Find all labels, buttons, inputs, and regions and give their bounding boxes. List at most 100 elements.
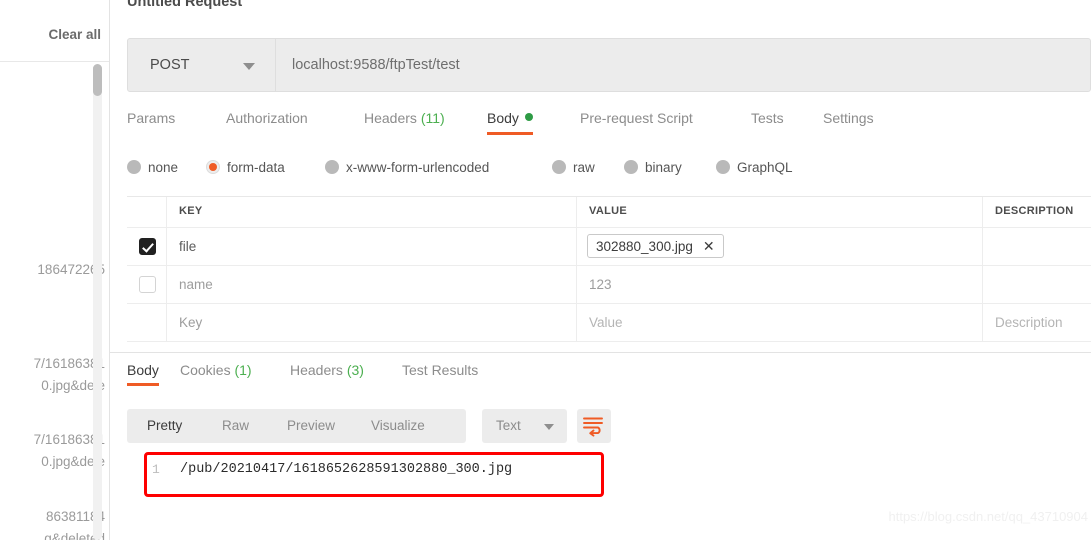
row-enabled-checkbox[interactable] — [139, 238, 156, 255]
tab-count: (11) — [420, 110, 445, 126]
header-cell-description: DESCRIPTION — [983, 197, 1091, 227]
body-type-binary[interactable]: binary — [624, 160, 682, 175]
row-value-text: Value — [589, 315, 623, 330]
response-tab-cookies[interactable]: Cookies (1) — [180, 362, 252, 386]
tab-label: Cookies — [180, 362, 231, 378]
history-sidebar: Clear all 186472265 7/16186381 0.jpg&dele 7… — [0, 0, 110, 540]
body-type-raw[interactable]: raw — [552, 160, 595, 175]
row-check-cell — [127, 304, 167, 341]
tab-label: Body — [487, 110, 519, 126]
table-row[interactable]: Key Value Description — [127, 304, 1091, 342]
table-row[interactable]: file 302880_300.jpg ✕ — [127, 228, 1091, 266]
url-bar: POST — [127, 38, 1091, 92]
http-method-select[interactable]: POST — [128, 39, 276, 91]
row-key-text: file — [179, 239, 197, 254]
body-present-dot-icon — [524, 113, 533, 121]
request-url-input[interactable] — [276, 39, 1090, 91]
column-header-key: KEY — [179, 205, 203, 217]
response-tab-headers[interactable]: Headers (3) — [290, 362, 364, 386]
wrap-lines-button[interactable] — [577, 409, 611, 443]
body-type-label: GraphQL — [737, 160, 793, 175]
sidebar-header: Clear all — [0, 0, 109, 62]
request-tab-tests[interactable]: Tests — [751, 110, 784, 135]
response-language-select[interactable]: Text — [482, 409, 567, 443]
request-tab-pre-request-script[interactable]: Pre-request Script — [580, 110, 693, 135]
form-data-table: KEY VALUE DESCRIPTION file 302880_300.jpg ✕ na… — [127, 196, 1091, 342]
row-value-cell[interactable]: 123 — [577, 266, 983, 303]
active-tab-underline — [127, 383, 159, 386]
row-description-text: Description — [995, 315, 1063, 330]
sidebar-scrollbar-thumb[interactable] — [93, 64, 102, 96]
response-tab-body[interactable]: Body — [127, 362, 159, 386]
file-name: 302880_300.jpg — [596, 238, 693, 254]
row-key-text: name — [179, 277, 213, 292]
radio-icon — [206, 160, 220, 174]
body-type-label: binary — [645, 160, 682, 175]
format-button-pretty[interactable]: Pretty — [147, 418, 182, 433]
body-type-form-data[interactable]: form-data — [206, 160, 285, 175]
active-tab-underline — [487, 132, 533, 135]
radio-icon — [716, 160, 730, 174]
radio-icon — [325, 160, 339, 174]
request-tab-body[interactable]: Body — [487, 110, 533, 135]
http-method-label: POST — [150, 57, 190, 73]
wrap-lines-icon — [583, 417, 603, 437]
annotation-highlight-box — [144, 452, 604, 497]
row-value-cell[interactable]: Value — [577, 304, 983, 341]
body-type-label: form-data — [227, 160, 285, 175]
row-key-text: Key — [179, 315, 203, 330]
row-enabled-checkbox[interactable] — [139, 276, 156, 293]
row-check-cell — [127, 266, 167, 303]
row-check-cell — [127, 228, 167, 265]
tab-label: Test Results — [402, 362, 479, 378]
body-type-graphql[interactable]: GraphQL — [716, 160, 793, 175]
tab-label: Headers — [290, 362, 343, 378]
request-tab-params[interactable]: Params — [127, 110, 175, 135]
row-description-cell[interactable] — [983, 266, 1091, 303]
row-description-cell[interactable]: Description — [983, 304, 1091, 341]
clear-all-button[interactable]: Clear all — [48, 27, 101, 42]
body-type-none[interactable]: none — [127, 160, 178, 175]
body-type-label: none — [148, 160, 179, 175]
tab-count: (3) — [346, 362, 364, 378]
table-row[interactable]: name 123 — [127, 266, 1091, 304]
row-description-cell[interactable] — [983, 228, 1091, 265]
table-header-row: KEY VALUE DESCRIPTION — [127, 197, 1091, 228]
row-key-cell[interactable]: Key — [167, 304, 577, 341]
response-language-label: Text — [496, 418, 521, 433]
response-tab-test-results[interactable]: Test Results — [402, 362, 478, 386]
response-divider — [110, 352, 1091, 353]
column-header-description: DESCRIPTION — [995, 205, 1074, 217]
sidebar-scrollbar-track[interactable] — [93, 64, 102, 540]
body-type-label: x-www-form-urlencoded — [346, 160, 490, 175]
response-format-group: Pretty Raw Preview Visualize — [127, 409, 466, 443]
request-response-pane: Untitled Request POST Params Authorizatio… — [110, 0, 1091, 540]
body-type-label: raw — [573, 160, 595, 175]
header-cell-value: VALUE — [577, 197, 983, 227]
remove-file-icon[interactable]: ✕ — [703, 239, 715, 253]
tab-label: Body — [127, 362, 159, 378]
row-value-cell[interactable]: 302880_300.jpg ✕ — [577, 228, 983, 265]
request-tab-authorization[interactable]: Authorization — [226, 110, 308, 135]
row-key-cell[interactable]: name — [167, 266, 577, 303]
format-button-visualize[interactable]: Visualize — [371, 418, 425, 433]
format-button-raw[interactable]: Raw — [222, 418, 249, 433]
file-chip[interactable]: 302880_300.jpg ✕ — [587, 234, 724, 258]
row-value-text: 123 — [589, 277, 612, 292]
tab-label: Authorization — [226, 110, 308, 126]
tab-label: Tests — [751, 110, 784, 126]
request-tab-settings[interactable]: Settings — [823, 110, 874, 135]
request-title: Untitled Request — [127, 0, 243, 10]
radio-icon — [624, 160, 638, 174]
row-key-cell[interactable]: file — [167, 228, 577, 265]
postman-window: Clear all 186472265 7/16186381 0.jpg&dele 7… — [0, 0, 1091, 540]
body-type-x-www-form-urlencoded[interactable]: x-www-form-urlencoded — [325, 160, 489, 175]
request-tab-headers[interactable]: Headers (11) — [364, 110, 445, 135]
tab-label: Headers — [364, 110, 417, 126]
header-cell-check — [127, 197, 167, 227]
column-header-value: VALUE — [589, 205, 627, 217]
tab-label: Pre-request Script — [580, 110, 693, 126]
radio-icon — [552, 160, 566, 174]
format-button-preview[interactable]: Preview — [287, 418, 335, 433]
chevron-down-icon — [243, 63, 255, 70]
